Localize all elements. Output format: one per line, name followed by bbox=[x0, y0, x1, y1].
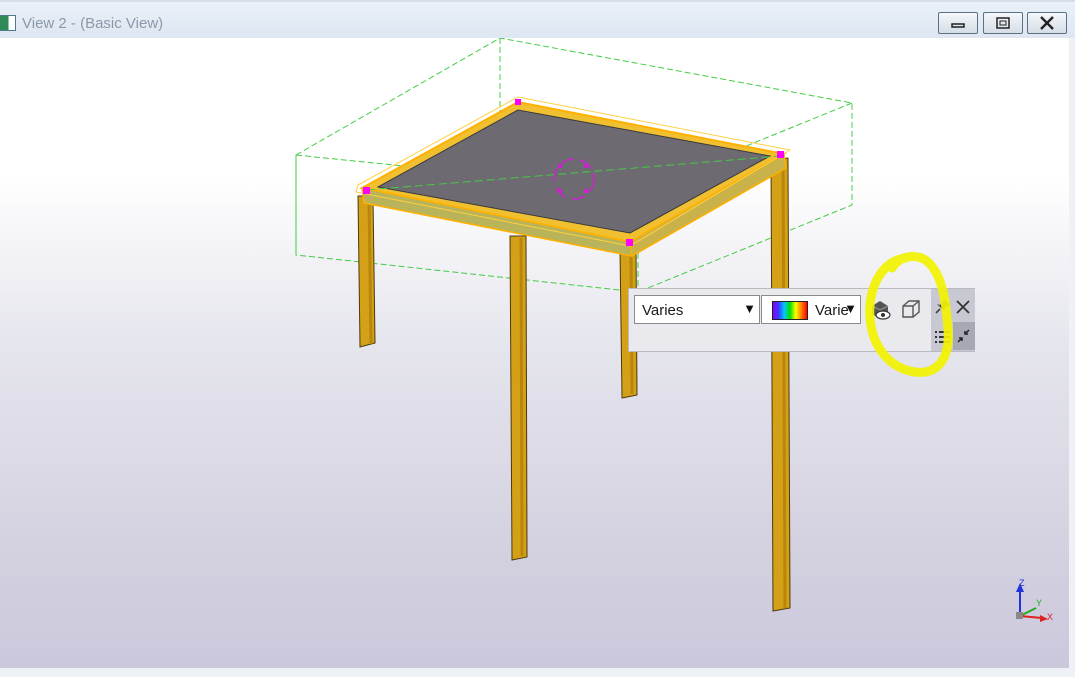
window-frame-right bbox=[1069, 38, 1075, 677]
restore-icon bbox=[996, 17, 1010, 29]
close-button[interactable] bbox=[1027, 12, 1067, 34]
minimize-icon bbox=[951, 23, 965, 28]
view-window: View 2 - (Basic View) Varies ▼ Varie ▼ Z… bbox=[0, 0, 1075, 677]
selection-handle[interactable] bbox=[777, 151, 784, 158]
restore-button[interactable] bbox=[983, 12, 1023, 34]
axis-triad: Z Y X bbox=[1016, 578, 1053, 622]
pin-icon[interactable] bbox=[934, 297, 952, 315]
color-swatch-icon bbox=[772, 301, 808, 320]
dropdown-arrow-icon: ▼ bbox=[844, 301, 857, 316]
axis-y-label: Y bbox=[1036, 598, 1042, 608]
visibility-eye-icon[interactable] bbox=[868, 298, 892, 322]
table-leg-back-left[interactable] bbox=[357, 195, 376, 348]
collapse-button[interactable] bbox=[953, 322, 975, 350]
table-model-scene[interactable] bbox=[0, 38, 1069, 668]
3d-box-icon[interactable] bbox=[900, 298, 922, 320]
list-icon[interactable] bbox=[934, 329, 952, 345]
collapse-arrows-icon bbox=[957, 329, 970, 343]
window-frame-bottom bbox=[0, 668, 1075, 677]
table-top[interactable] bbox=[355, 96, 792, 258]
table-leg-front-left[interactable] bbox=[509, 235, 528, 561]
axis-z-label: Z bbox=[1019, 578, 1025, 588]
title-bar: View 2 - (Basic View) bbox=[0, 0, 1075, 40]
table-leg-back-right[interactable] bbox=[770, 157, 791, 612]
axis-x-label: X bbox=[1047, 612, 1053, 622]
class-dropdown[interactable]: Varies ▼ bbox=[634, 295, 760, 324]
color-dropdown[interactable]: Varies ▼ bbox=[761, 295, 861, 324]
close-icon bbox=[1040, 16, 1054, 30]
class-dropdown-value: Varies bbox=[642, 302, 684, 319]
minimize-button[interactable] bbox=[938, 12, 978, 34]
view-icon bbox=[0, 15, 16, 31]
selection-handle[interactable] bbox=[363, 187, 370, 194]
contextual-toolbar: Varies ▼ Varies ▼ bbox=[628, 288, 975, 352]
close-icon[interactable] bbox=[954, 298, 972, 316]
selection-handle[interactable] bbox=[626, 239, 633, 246]
dropdown-arrow-icon: ▼ bbox=[743, 301, 756, 316]
selection-handle[interactable] bbox=[515, 99, 521, 105]
window-title: View 2 - (Basic View) bbox=[22, 15, 164, 32]
